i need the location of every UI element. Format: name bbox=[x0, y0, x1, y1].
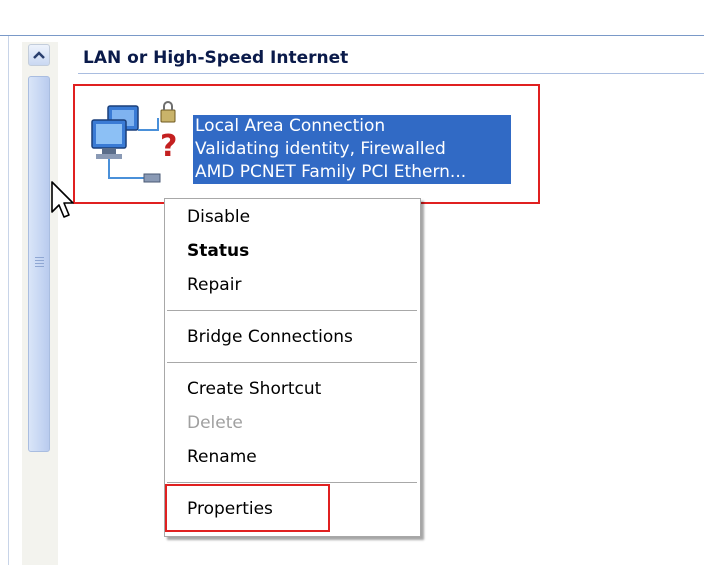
menu-item-status[interactable]: Status bbox=[187, 241, 249, 261]
group-divider bbox=[78, 73, 704, 74]
address-bar-area bbox=[0, 0, 704, 36]
window-left-edge bbox=[0, 36, 9, 565]
menu-item-create-shortcut[interactable]: Create Shortcut bbox=[187, 379, 321, 399]
scroll-up-button[interactable] bbox=[28, 44, 50, 66]
properties-annotation-box bbox=[165, 484, 330, 532]
connection-status: Validating identity, Firewalled bbox=[195, 139, 446, 159]
scroll-thumb[interactable] bbox=[28, 76, 50, 452]
menu-separator bbox=[167, 482, 417, 483]
connection-device: AMD PCNET Family PCI Ethern... bbox=[195, 162, 467, 182]
mouse-cursor-icon bbox=[50, 180, 76, 226]
menu-item-delete: Delete bbox=[187, 413, 243, 433]
menu-separator bbox=[167, 310, 417, 311]
chevron-up-icon bbox=[33, 51, 45, 59]
connection-name: Local Area Connection bbox=[195, 116, 386, 136]
scroll-grip-icon bbox=[35, 257, 44, 269]
menu-item-disable[interactable]: Disable bbox=[187, 207, 250, 227]
group-header: LAN or High-Speed Internet bbox=[83, 48, 349, 68]
menu-separator bbox=[167, 362, 417, 363]
menu-item-bridge-connections[interactable]: Bridge Connections bbox=[187, 327, 353, 347]
svg-text:?: ? bbox=[160, 129, 177, 164]
connection-label[interactable]: Local Area Connection Validating identit… bbox=[193, 115, 511, 184]
network-connection-icon[interactable]: ? bbox=[86, 98, 182, 202]
menu-item-repair[interactable]: Repair bbox=[187, 275, 241, 295]
menu-item-rename[interactable]: Rename bbox=[187, 447, 257, 467]
